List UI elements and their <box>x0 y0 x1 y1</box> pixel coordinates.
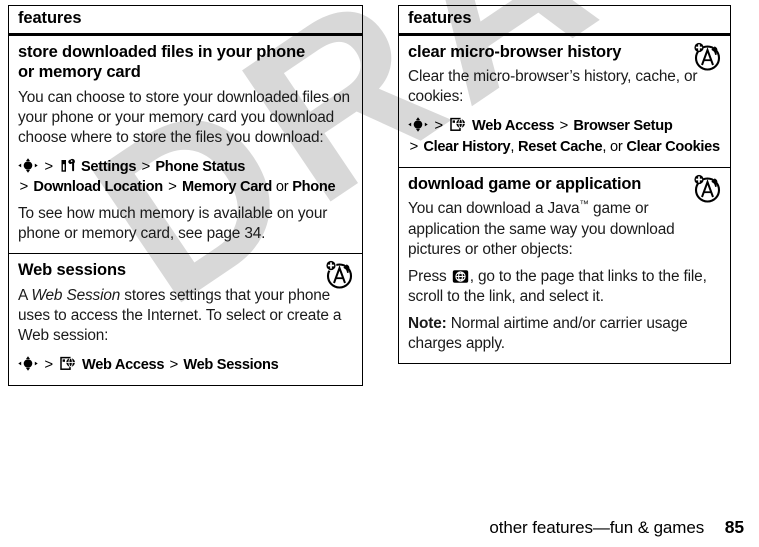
path-segment: Memory Card <box>182 179 273 196</box>
path-separator: > <box>44 355 53 373</box>
settings-tools-icon <box>60 158 76 173</box>
menu-path: > Web Access > Web Sessions <box>18 355 353 375</box>
note-text: Normal airtime and/or carrier usage char… <box>408 314 688 352</box>
path-segment: Web Access <box>472 118 555 135</box>
row-paragraph: Press , go to the page that links to the… <box>408 267 721 307</box>
menu-path: > Web Access > Browser Setup > Clear His… <box>408 116 721 157</box>
network-antenna-icon <box>691 172 723 204</box>
note-label: Note: <box>408 314 447 332</box>
row-paragraph: Clear the micro-browser’s history, cache… <box>408 68 698 106</box>
footer-title: other features—fun & games <box>489 518 705 537</box>
table-row: Web sessions A Web Session stores settin… <box>9 254 362 385</box>
paragraph-italic-term: Web Session <box>31 286 121 304</box>
row-note: Note: Normal airtime and/or carrier usag… <box>408 314 721 354</box>
path-segment: Settings <box>81 158 137 175</box>
path-segment: Browser Setup <box>573 118 673 135</box>
manual-page: features store downloaded files in your … <box>0 0 759 547</box>
row-paragraph: You can choose to store your downloaded … <box>18 88 350 146</box>
path-segment: Web Access <box>82 356 165 373</box>
path-separator: > <box>169 355 179 373</box>
paragraph-pre: Press <box>408 267 451 285</box>
features-table-left: features store downloaded files in your … <box>8 5 363 387</box>
path-comma: , <box>510 138 515 155</box>
path-comma: , <box>602 138 607 155</box>
row-title: download game or application <box>408 174 642 193</box>
path-segment: Reset Cache <box>518 138 603 155</box>
path-separator: > <box>434 117 443 135</box>
table-row: download game or application You can dow… <box>399 168 730 363</box>
table-header-left: features <box>9 6 362 36</box>
path-segment: Web Sessions <box>183 356 279 373</box>
paragraph-text: You can download a Java <box>408 200 580 218</box>
row-title: clear micro-browser history <box>408 43 622 61</box>
row-title: Web sessions <box>18 261 126 280</box>
footer-page-number: 85 <box>724 517 744 537</box>
center-key-icon <box>18 158 38 173</box>
menu-path: > Settings > Phone Status > Download Loc… <box>18 157 353 198</box>
path-separator: > <box>19 178 29 196</box>
center-key-icon <box>408 117 428 133</box>
path-segment: Phone <box>292 179 336 196</box>
path-separator: > <box>559 117 569 135</box>
row-paragraph: To see how much memory is available on y… <box>18 205 328 243</box>
path-conjunction: or <box>275 179 289 196</box>
table-row: clear micro-browser history Clear the mi… <box>399 36 730 168</box>
network-antenna-icon <box>323 258 355 290</box>
table-header-right: features <box>399 6 730 36</box>
row-paragraph: You can download a Java™ game or applica… <box>408 199 721 259</box>
network-antenna-icon <box>691 40 723 72</box>
table-row: store downloaded files in your phone or … <box>9 36 362 255</box>
row-paragraph: A Web Session stores settings that your … <box>18 286 353 346</box>
path-segment: Download Location <box>33 179 163 196</box>
features-table-right: features clear micro-browser history Cle… <box>398 5 731 364</box>
web-access-icon <box>60 356 76 371</box>
paragraph-lead: A <box>18 286 32 304</box>
trademark-symbol: ™ <box>579 199 589 211</box>
path-separator: > <box>168 178 177 196</box>
path-conjunction: or <box>609 138 623 155</box>
browser-globe-key-icon <box>452 269 469 284</box>
center-key-icon <box>18 356 38 371</box>
path-separator: > <box>141 157 151 175</box>
path-separator: > <box>44 157 53 175</box>
path-separator: > <box>409 137 419 155</box>
web-access-icon <box>450 117 466 132</box>
path-segment: Clear History <box>423 138 511 155</box>
path-segment: Phone Status <box>155 158 246 175</box>
row-title: store downloaded files in your phone or … <box>18 43 306 82</box>
page-footer: other features—fun & games 85 <box>0 517 744 538</box>
path-segment: Clear Cookies <box>626 138 720 155</box>
